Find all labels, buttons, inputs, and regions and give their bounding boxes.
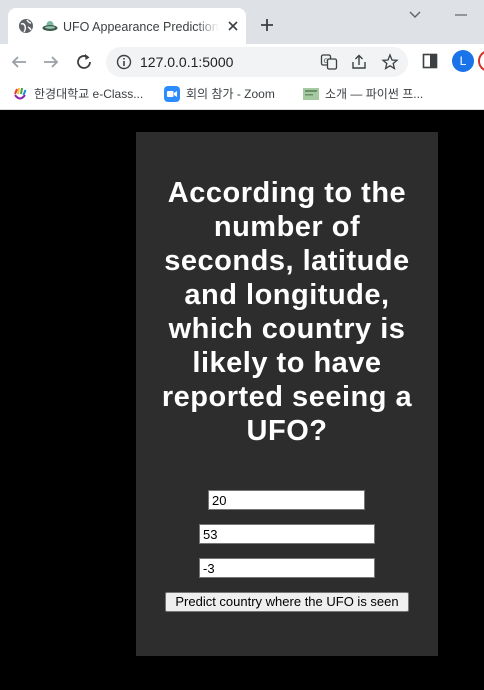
bookmark-python[interactable]: 소개 — 파이썬 프... <box>303 85 439 103</box>
globe-icon <box>19 19 33 33</box>
info-icon[interactable] <box>116 54 132 70</box>
translate-icon[interactable]: G <box>320 53 338 71</box>
zoom-camera-icon <box>164 86 180 102</box>
reload-icon[interactable] <box>74 52 94 72</box>
tab-title: UFO Appearance Prediction <box>63 20 219 34</box>
url-text: 127.0.0.1:5000 <box>140 54 234 70</box>
profile-avatar[interactable]: L <box>452 50 474 72</box>
forward-arrow-icon[interactable] <box>41 52 61 72</box>
address-bar[interactable]: 127.0.0.1:5000 G <box>106 47 408 77</box>
extension-icon[interactable] <box>478 50 484 72</box>
longitude-input[interactable] <box>199 558 375 578</box>
ufo-favicon-icon <box>42 21 58 31</box>
latitude-input[interactable] <box>199 524 375 544</box>
minimize-icon[interactable] <box>452 8 470 22</box>
side-panel-icon[interactable] <box>421 52 439 70</box>
bookmark-label: 한경대학교 e-Class... <box>34 87 144 101</box>
page-title: According to the number of seconds, lati… <box>161 177 413 447</box>
browser-tab[interactable]: UFO Appearance Prediction <box>8 8 246 44</box>
new-tab-plus-icon[interactable] <box>258 16 276 34</box>
svg-text:G: G <box>323 57 328 65</box>
share-icon[interactable] <box>350 53 368 71</box>
seconds-input[interactable] <box>208 490 365 510</box>
prediction-card: According to the number of seconds, lati… <box>136 132 438 656</box>
chevron-down-icon[interactable] <box>406 8 424 22</box>
bookmark-star-icon[interactable] <box>381 53 399 71</box>
bookmark-label: 회의 참가 - Zoom <box>186 87 275 101</box>
close-icon[interactable] <box>225 18 241 34</box>
browser-toolbar: 127.0.0.1:5000 G L <box>0 44 484 79</box>
predict-button[interactable]: Predict country where the UFO is seen <box>165 592 409 612</box>
bookmark-eclass[interactable]: 한경대학교 e-Class... <box>12 85 154 103</box>
bookmarks-bar: 한경대학교 e-Class... 회의 참가 - Zoom 소개 — 파이썬 프… <box>0 79 484 110</box>
bookmark-label: 소개 — 파이썬 프... <box>325 87 424 101</box>
doc-thumbnail-icon <box>303 88 319 100</box>
page-viewport: According to the number of seconds, lati… <box>0 111 484 690</box>
tab-strip: UFO Appearance Prediction <box>0 0 484 44</box>
bookmark-zoom[interactable]: 회의 참가 - Zoom <box>164 85 288 103</box>
back-arrow-icon[interactable] <box>9 52 29 72</box>
colorful-hand-icon <box>14 87 27 100</box>
